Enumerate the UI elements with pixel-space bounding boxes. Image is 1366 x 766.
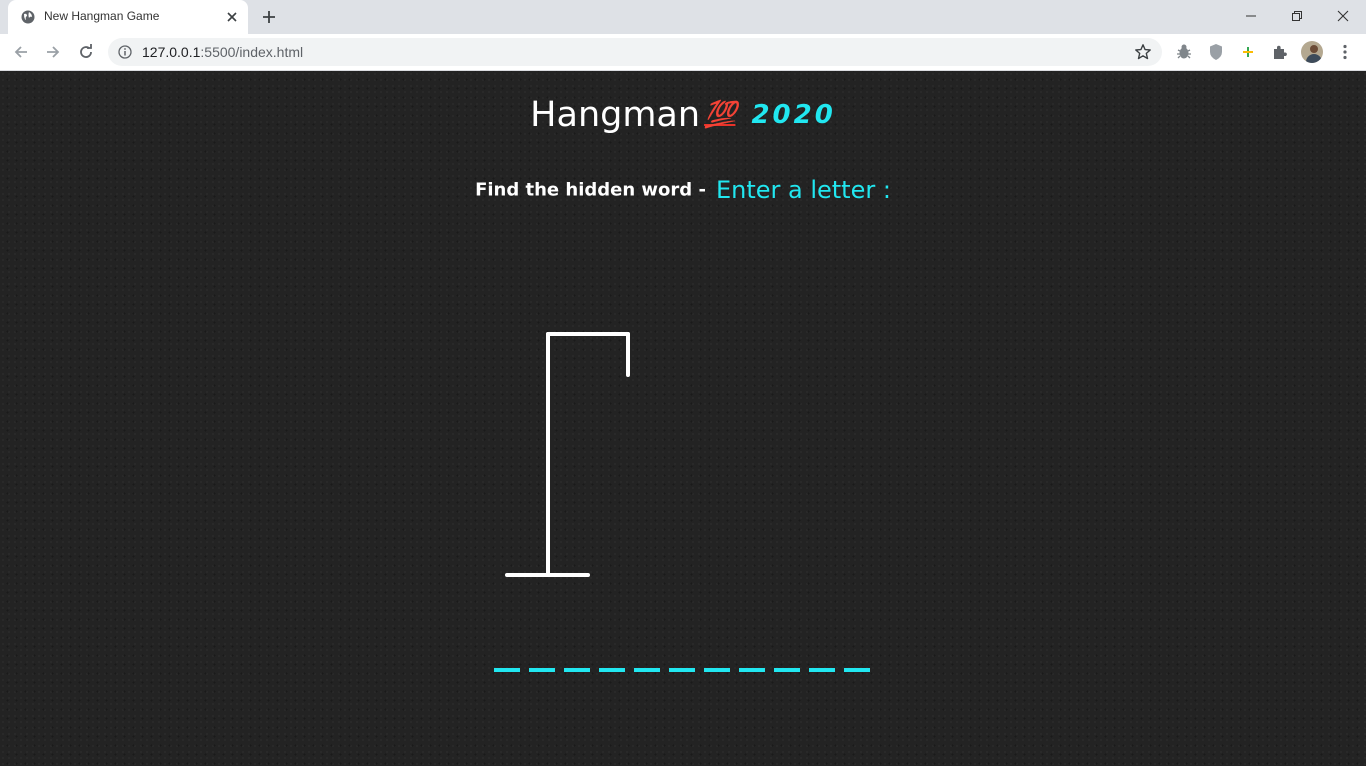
forward-button[interactable] [41, 40, 65, 64]
url-text[interactable]: 127.0.0.1:5500/index.html [142, 44, 303, 60]
url-host: 127.0.0.1 [142, 44, 201, 60]
letter-blank [704, 668, 730, 672]
letter-blank [774, 668, 800, 672]
letter-blank [599, 668, 625, 672]
new-tab-icon[interactable] [260, 8, 278, 26]
profile-avatar[interactable] [1301, 41, 1323, 63]
address-bar[interactable]: 127.0.0.1:5500/index.html [108, 38, 1162, 66]
letter-blank [669, 668, 695, 672]
letter-blank [739, 668, 765, 672]
letter-blank [634, 668, 660, 672]
plus-extension-icon[interactable] [1238, 42, 1258, 62]
letter-blank [494, 668, 520, 672]
hundred-points-emoji: 💯 [704, 100, 736, 130]
close-tab-icon[interactable] [224, 9, 240, 25]
minimize-icon [1246, 15, 1256, 17]
shield-extension-icon[interactable] [1206, 42, 1226, 62]
tab-title: New Hangman Game [44, 9, 160, 23]
url-path: :5500/index.html [200, 44, 304, 60]
avatar-face [1310, 45, 1318, 53]
reload-button[interactable] [74, 40, 98, 64]
avatar-body [1306, 54, 1322, 63]
enter-letter-prompt: Enter a letter : [715, 176, 891, 204]
letter-blank [844, 668, 870, 672]
kebab-menu-icon[interactable] [1335, 42, 1355, 62]
arrow-left-icon [14, 46, 27, 58]
prompt-label: Find the hidden word - [475, 179, 706, 201]
restore-icon [1292, 11, 1302, 21]
hangman-page: Hangman 💯 2020 Find the hidden word - Enter… [0, 71, 1366, 766]
close-window-button[interactable] [1320, 0, 1366, 32]
browser-tab[interactable]: New Hangman Game [8, 0, 248, 34]
hidden-word-blanks [494, 668, 874, 678]
year-label: 2020 [751, 100, 836, 130]
game-title: Hangman [530, 95, 701, 135]
restore-button[interactable] [1274, 0, 1320, 32]
globe-icon [21, 10, 35, 24]
arrow-right-icon [47, 46, 60, 58]
title-row: Hangman 💯 2020 [0, 95, 1366, 135]
bug-extension-icon[interactable] [1174, 42, 1194, 62]
info-icon[interactable] [118, 45, 132, 59]
browser-tabstrip: New Hangman Game [0, 0, 1366, 34]
bookmark-star-icon[interactable] [1134, 43, 1152, 61]
minimize-button[interactable] [1228, 0, 1274, 32]
browser-toolbar: 127.0.0.1:5500/index.html [0, 34, 1366, 71]
prompt-row: Find the hidden word - Enter a letter : [0, 176, 1366, 204]
close-icon [1337, 10, 1349, 22]
back-button[interactable] [9, 40, 33, 64]
letter-blank [809, 668, 835, 672]
gallows-drawing [505, 332, 630, 577]
reload-icon [80, 44, 92, 58]
letter-blank [529, 668, 555, 672]
letter-blank [564, 668, 590, 672]
puzzle-extensions-icon[interactable] [1270, 42, 1290, 62]
